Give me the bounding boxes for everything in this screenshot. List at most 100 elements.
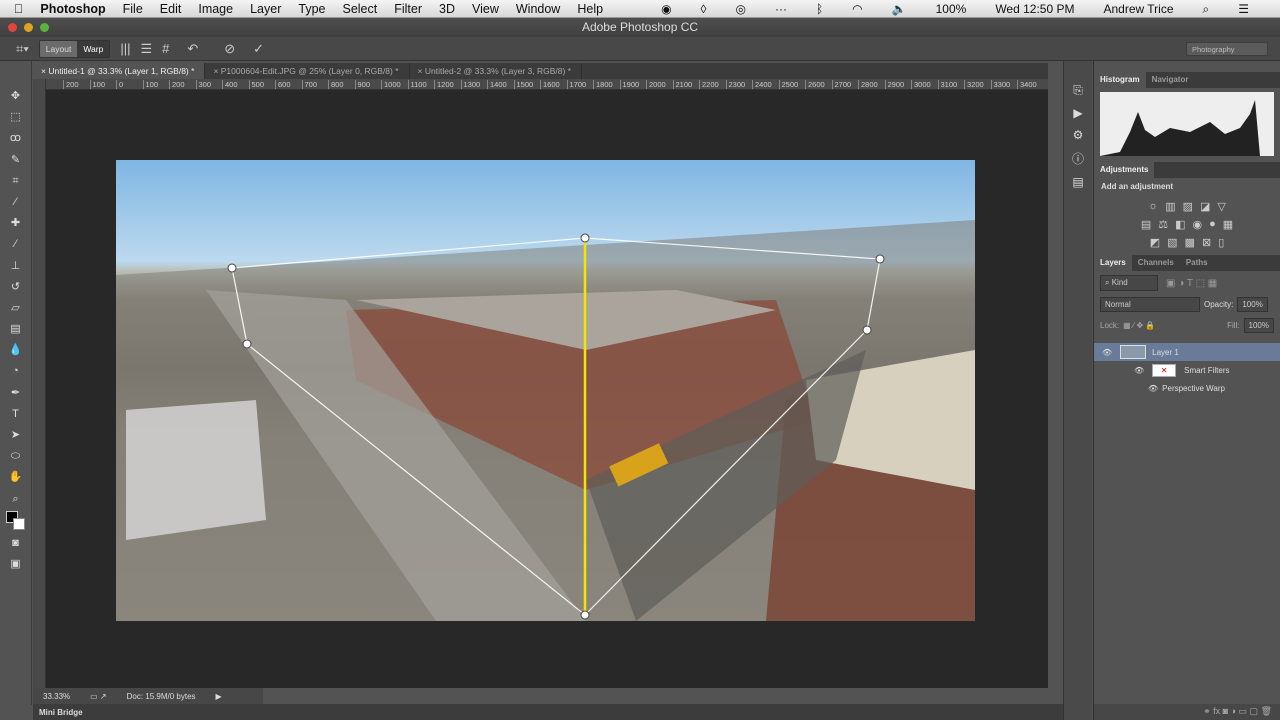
more-icon[interactable]: ··· bbox=[775, 2, 787, 16]
clone-stamp-tool-icon[interactable]: ⊥ bbox=[11, 257, 21, 275]
type-tool-icon[interactable]: T bbox=[12, 405, 19, 423]
channel-mixer-icon[interactable]: ● bbox=[1209, 218, 1216, 231]
lock-icons[interactable]: ▦ ⁄ ✥ 🔒 bbox=[1123, 321, 1155, 330]
tab-channels[interactable]: Channels bbox=[1132, 255, 1180, 271]
layer-row-layer-1[interactable]: 👁 Layer 1 bbox=[1094, 343, 1280, 361]
quick-mask-icon[interactable]: ◙ bbox=[12, 534, 19, 552]
gradient-tool-icon[interactable]: ▤ bbox=[10, 320, 20, 338]
cancel-icon[interactable]: ⊘ bbox=[224, 41, 235, 57]
brush-tool-icon[interactable]: ⁄ bbox=[15, 235, 17, 253]
status-menu-arrow[interactable]: ▶ bbox=[216, 692, 222, 701]
tab-adjustments[interactable]: Adjustments bbox=[1094, 162, 1155, 178]
posterize-icon[interactable]: ▧ bbox=[1167, 236, 1177, 249]
path-select-tool-icon[interactable]: ➤ bbox=[11, 426, 20, 444]
fill-field[interactable]: 100% bbox=[1243, 318, 1274, 333]
visibility-eye-icon[interactable]: 👁 bbox=[1102, 348, 1112, 357]
filter-kind-select[interactable]: ⌕ Kind bbox=[1100, 275, 1158, 291]
menu-view[interactable]: View bbox=[472, 2, 499, 16]
menu-edit[interactable]: Edit bbox=[160, 2, 182, 16]
bluetooth-icon[interactable]: ᛒ bbox=[816, 2, 823, 16]
healing-tool-icon[interactable]: ✚ bbox=[11, 214, 20, 232]
vertical-ruler[interactable] bbox=[33, 79, 46, 688]
vibrance-icon[interactable]: ▽ bbox=[1217, 200, 1225, 213]
menu-3d[interactable]: 3D bbox=[439, 2, 455, 16]
opacity-field[interactable]: 100% bbox=[1237, 297, 1268, 312]
proof-icon[interactable]: ▭ ↗ bbox=[90, 692, 106, 701]
selective-color-icon[interactable]: ⊠ bbox=[1202, 236, 1211, 249]
layer-row-smart-filters[interactable]: 👁 ✕ Smart Filters bbox=[1094, 361, 1280, 379]
gradient-map-icon[interactable]: ▯ bbox=[1218, 236, 1224, 249]
brightness-icon[interactable]: ☼ bbox=[1148, 200, 1158, 213]
volume-icon[interactable]: 🔈 bbox=[892, 2, 907, 16]
document-image[interactable] bbox=[116, 160, 975, 621]
grid-straighten-icon[interactable]: # bbox=[162, 41, 169, 56]
history-panel-icon[interactable]: ⎘ bbox=[1073, 83, 1083, 98]
color-balance-icon[interactable]: ⚖ bbox=[1158, 218, 1168, 231]
hue-sat-icon[interactable]: ▤ bbox=[1141, 218, 1151, 231]
drop-icon[interactable]: ◊ bbox=[701, 2, 707, 16]
wifi-icon[interactable]: ◠ bbox=[852, 2, 862, 16]
tab-layers[interactable]: Layers bbox=[1094, 255, 1132, 271]
notifications-icon[interactable]: ☰ bbox=[1238, 2, 1249, 16]
dodge-tool-icon[interactable]: ◔ bbox=[12, 362, 19, 380]
visibility-eye-icon[interactable]: 👁 bbox=[1134, 366, 1144, 375]
tab-paths[interactable]: Paths bbox=[1180, 255, 1214, 271]
battery-text[interactable]: 100% bbox=[936, 2, 967, 16]
menu-help[interactable]: Help bbox=[577, 2, 603, 16]
layers-footer-icons[interactable]: ⚭ fx ◙ ◑ ▭ ▢ 🗑 bbox=[1094, 704, 1280, 720]
exposure-icon[interactable]: ◪ bbox=[1200, 200, 1210, 213]
crop-tool-icon[interactable]: ⌗ bbox=[12, 172, 18, 190]
blur-tool-icon[interactable]: 💧 bbox=[9, 341, 23, 359]
pen-tool-icon[interactable]: ✒ bbox=[11, 384, 20, 402]
color-lookup-icon[interactable]: ▦ bbox=[1223, 218, 1233, 231]
clock[interactable]: Wed 12:50 PM bbox=[995, 2, 1074, 16]
user-name[interactable]: Andrew Trice bbox=[1103, 2, 1173, 16]
ellipse-tool-icon[interactable]: ⬭ bbox=[11, 447, 20, 465]
levels-icon[interactable]: ▥ bbox=[1165, 200, 1175, 213]
undo-icon[interactable]: ↶ bbox=[187, 41, 198, 57]
minimize-window-button[interactable] bbox=[24, 23, 33, 32]
menu-select[interactable]: Select bbox=[342, 2, 377, 16]
visibility-eye-icon[interactable]: 👁 bbox=[1148, 384, 1158, 393]
tab-untitled-1[interactable]: × Untitled-1 @ 33.3% (Layer 1, RGB/8) * bbox=[33, 63, 206, 79]
layout-button[interactable]: Layout bbox=[39, 40, 78, 57]
invert-icon[interactable]: ◩ bbox=[1150, 236, 1160, 249]
properties-panel-icon[interactable]: ⚙ bbox=[1073, 128, 1084, 142]
warp-button[interactable]: Warp bbox=[77, 40, 110, 57]
info-panel-icon[interactable]: ⓘ bbox=[1072, 150, 1084, 167]
lasso-tool-icon[interactable]: ꝏ bbox=[10, 129, 21, 147]
hand-tool-icon[interactable]: ✋ bbox=[9, 468, 23, 486]
color-swatches[interactable] bbox=[5, 510, 26, 531]
move-tool-icon[interactable]: ✥ bbox=[11, 87, 20, 105]
horizontal-ruler[interactable]: 200 100 0 100 200 300 400 500 600 700 800 900 1000 11… bbox=[46, 79, 1048, 90]
perspective-warp-tool-icon[interactable]: ⌗▾ bbox=[16, 41, 29, 57]
zoom-level[interactable]: 33.33% bbox=[43, 692, 70, 701]
tab-histogram[interactable]: Histogram bbox=[1094, 72, 1146, 88]
eraser-tool-icon[interactable]: ▱ bbox=[11, 299, 19, 317]
tab-p1000604[interactable]: × P1000604-Edit.JPG @ 25% (Layer 0, RGB/… bbox=[205, 63, 410, 79]
layer-filter-icons[interactable]: ▣ ◑ T ⬚ ▦ bbox=[1166, 278, 1217, 289]
menu-file[interactable]: File bbox=[123, 2, 143, 16]
workspace-select[interactable]: Photography bbox=[1186, 42, 1268, 56]
actions-panel-icon[interactable]: ▶ bbox=[1073, 106, 1082, 120]
commit-icon[interactable]: ✓ bbox=[253, 41, 264, 57]
eyedropper-tool-icon[interactable]: ⁄ bbox=[15, 193, 17, 211]
layer-row-perspective-warp[interactable]: 👁 Perspective Warp bbox=[1094, 379, 1280, 397]
menu-app[interactable]: Photoshop bbox=[40, 2, 105, 16]
mini-bridge-tab[interactable]: Mini Bridge bbox=[33, 704, 1063, 720]
history-brush-tool-icon[interactable]: ↺ bbox=[11, 278, 20, 296]
menu-window[interactable]: Window bbox=[516, 2, 560, 16]
menu-filter[interactable]: Filter bbox=[394, 2, 422, 16]
layer-name[interactable]: Layer 1 bbox=[1152, 348, 1179, 357]
record-icon[interactable]: ◉ bbox=[661, 2, 671, 16]
layer-comps-icon[interactable]: ▤ bbox=[1072, 175, 1083, 189]
zoom-window-button[interactable] bbox=[40, 23, 49, 32]
photo-filter-icon[interactable]: ◉ bbox=[1193, 218, 1203, 231]
zoom-tool-icon[interactable]: ⌕ bbox=[12, 490, 18, 508]
blend-mode-select[interactable]: Normal bbox=[1100, 297, 1200, 312]
curves-icon[interactable]: ▨ bbox=[1183, 200, 1193, 213]
quick-select-tool-icon[interactable]: ✎ bbox=[11, 151, 20, 169]
screen-mode-icon[interactable]: ▣ bbox=[10, 555, 20, 573]
menu-type[interactable]: Type bbox=[298, 2, 325, 16]
tab-untitled-2[interactable]: × Untitled-2 @ 33.3% (Layer 3, RGB/8) * bbox=[410, 63, 582, 79]
